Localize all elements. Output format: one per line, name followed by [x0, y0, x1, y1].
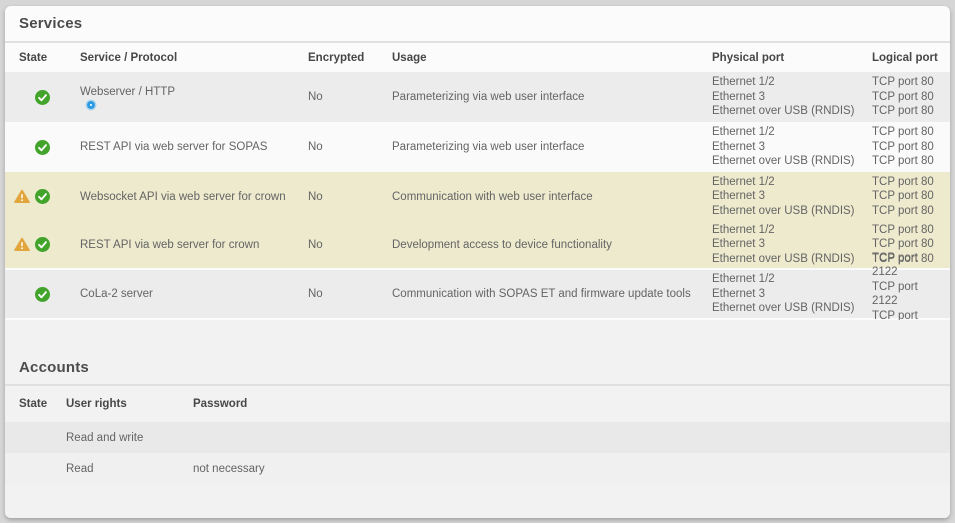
physical-port-line: Ethernet 1/2 [712, 125, 864, 140]
physical-port-line: Ethernet 1/2 [712, 223, 864, 238]
service-state-cell [5, 172, 77, 221]
account-password: not necessary [193, 463, 950, 475]
accounts-table-header: State User rights Password [5, 386, 950, 422]
physical-port-line: Ethernet 1/2 [712, 175, 864, 190]
accounts-section: Accounts State User rights Password Read… [5, 320, 950, 518]
service-logical-ports: TCP port 80 TCP port 80 TCP port 80 [872, 175, 950, 219]
service-usage: Development access to device functionali… [392, 239, 712, 251]
col-header-password: Password [193, 398, 950, 410]
service-encrypted: No [307, 239, 392, 251]
status-ok-icon [35, 287, 50, 302]
physical-port-line: Ethernet 1/2 [712, 272, 864, 287]
logical-port-line: TCP port 80 [872, 204, 942, 219]
services-title: Services [19, 15, 82, 32]
service-physical-ports: Ethernet 1/2 Ethernet 3 Ethernet over US… [712, 175, 872, 219]
services-section-header: Services [5, 6, 950, 41]
account-row-read[interactable]: Read not necessary [5, 453, 950, 484]
service-name: REST API via web server for crown [77, 239, 307, 251]
accounts-section-header: Accounts [5, 320, 950, 384]
col-header-physical-port: Physical port [712, 52, 872, 64]
status-warning-icon [14, 237, 30, 252]
status-warning-icon [14, 189, 30, 204]
service-state-cell [5, 72, 77, 122]
physical-port-line: Ethernet 3 [712, 140, 864, 155]
status-ok-icon [35, 237, 50, 252]
account-row-read-and-write[interactable]: Read and write [5, 422, 950, 453]
accounts-title: Accounts [19, 359, 89, 376]
logical-port-line: TCP port 80 [872, 125, 942, 140]
service-row-cola2-server[interactable]: CoLa-2 server No Communication with SOPA… [5, 270, 950, 320]
status-ok-icon [35, 189, 50, 204]
physical-port-line: Ethernet over USB (RNDIS) [712, 154, 864, 169]
logical-port-line: TCP port 80 [872, 104, 942, 119]
service-usage: Parameterizing via web user interface [392, 91, 712, 103]
logical-port-line: TCP port 80 [872, 175, 942, 190]
page-root: { "colors": { "page-bg": "#d6d6d6", "car… [0, 0, 955, 531]
physical-port-line: Ethernet 1/2 [712, 75, 864, 90]
status-ok-icon [35, 140, 50, 155]
logical-port-line: TCP port 80 [872, 90, 942, 105]
status-ok-icon [35, 90, 50, 105]
service-name: CoLa-2 server [77, 288, 307, 300]
service-physical-ports: Ethernet 1/2 Ethernet 3 Ethernet over US… [712, 272, 872, 316]
service-logical-ports: TCP port 80 TCP port 80 TCP port 80 [872, 75, 950, 119]
service-row-rest-api-crown[interactable]: REST API via web server for crown No Dev… [5, 221, 950, 270]
col-header-encrypted: Encrypted [307, 52, 392, 64]
page-bottom-strip [0, 523, 955, 531]
physical-port-line: Ethernet over USB (RNDIS) [712, 301, 864, 316]
loading-spinner-icon [87, 101, 95, 109]
col-header-account-state: State [5, 398, 66, 410]
service-usage: Parameterizing via web user interface [392, 141, 712, 153]
service-physical-ports: Ethernet 1/2 Ethernet 3 Ethernet over US… [712, 125, 872, 169]
service-name: Webserver / HTTP [80, 86, 175, 98]
service-row-rest-api-sopas[interactable]: REST API via web server for SOPAS No Par… [5, 124, 950, 172]
service-usage: Communication with web user interface [392, 191, 712, 203]
logical-port-line: TCP port 2122 [872, 280, 942, 309]
physical-port-line: Ethernet 3 [712, 90, 864, 105]
service-physical-ports: Ethernet 1/2 Ethernet 3 Ethernet over US… [712, 223, 872, 267]
physical-port-line: Ethernet 3 [712, 287, 864, 302]
service-encrypted: No [307, 91, 392, 103]
service-state-cell [5, 124, 77, 170]
physical-port-line: Ethernet over USB (RNDIS) [712, 204, 864, 219]
col-header-service-protocol: Service / Protocol [77, 52, 307, 64]
logical-port-line: TCP port 80 [872, 140, 942, 155]
col-header-usage: Usage [392, 52, 712, 64]
content-card: Services State Service / Protocol Encryp… [5, 6, 950, 518]
account-user-rights: Read and write [66, 432, 193, 444]
service-encrypted: No [307, 191, 392, 203]
service-usage: Communication with SOPAS ET and firmware… [392, 288, 712, 300]
service-name: Websocket API via web server for crown [77, 191, 307, 203]
service-state-cell [5, 221, 77, 268]
service-encrypted: No [307, 141, 392, 153]
account-user-rights: Read [66, 463, 193, 475]
service-name: REST API via web server for SOPAS [77, 141, 307, 153]
service-logical-ports: TCP port 80 TCP port 80 TCP port 80 [872, 125, 950, 169]
physical-port-line: Ethernet 3 [712, 189, 864, 204]
services-table-header: State Service / Protocol Encrypted Usage… [5, 43, 950, 72]
service-physical-ports: Ethernet 1/2 Ethernet 3 Ethernet over US… [712, 75, 872, 119]
logical-port-line: TCP port 80 [872, 189, 942, 204]
logical-port-line: TCP port 80 [872, 154, 942, 169]
service-row-webserver-http[interactable]: Webserver / HTTP No Parameterizing via w… [5, 72, 950, 124]
service-state-cell [5, 270, 77, 318]
physical-port-line: Ethernet over USB (RNDIS) [712, 104, 864, 119]
logical-port-line: TCP port 80 [872, 223, 942, 238]
col-header-user-rights: User rights [66, 398, 193, 410]
logical-port-line: TCP port 80 [872, 75, 942, 90]
service-encrypted: No [307, 288, 392, 300]
physical-port-line: Ethernet over USB (RNDIS) [712, 252, 864, 267]
service-name-cell: Webserver / HTTP [77, 86, 307, 109]
physical-port-line: Ethernet 3 [712, 237, 864, 252]
logical-port-line: TCP port 2122 [872, 251, 942, 280]
col-header-state: State [5, 52, 77, 64]
col-header-logical-port: Logical port [872, 52, 950, 64]
service-row-websocket-api-crown[interactable]: Websocket API via web server for crown N… [5, 172, 950, 221]
